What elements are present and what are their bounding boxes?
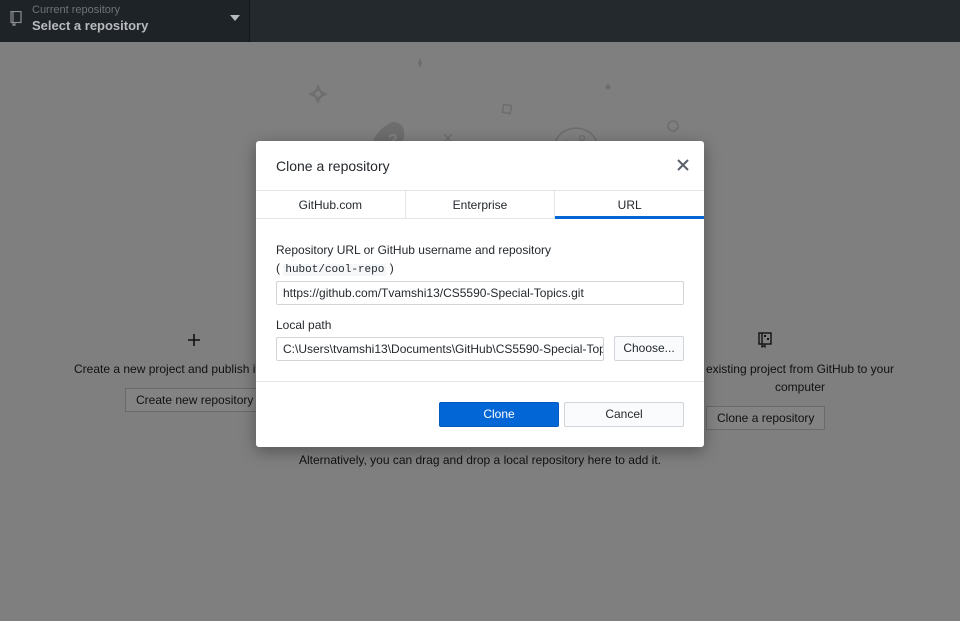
repo-icon bbox=[10, 11, 22, 26]
cancel-button[interactable]: Cancel bbox=[564, 402, 684, 427]
hint-example-code: hubot/cool-repo bbox=[283, 264, 387, 276]
clone-project-text-line1: existing project from GitHub to your bbox=[705, 362, 895, 376]
choose-path-button[interactable]: Choose... bbox=[614, 336, 684, 361]
repository-url-hint: ( hubot/cool-repo ) bbox=[276, 261, 394, 276]
repo-clone-icon bbox=[758, 332, 772, 348]
local-path-input[interactable]: C:\Users\tvamshi13\Documents\GitHub\CS55… bbox=[276, 337, 604, 361]
tab-github-com[interactable]: GitHub.com bbox=[256, 191, 406, 218]
clone-repository-dialog: Clone a repository GitHub.com Enterprise… bbox=[256, 141, 704, 447]
repository-url-input[interactable]: https://github.com/Tvamshi13/CS5590-Spec… bbox=[276, 281, 684, 305]
create-new-repository-button[interactable]: Create new repository bbox=[125, 388, 265, 412]
dialog-divider bbox=[256, 381, 704, 382]
current-repository-sublabel: Current repository bbox=[32, 4, 121, 16]
clone-project-text: existing project from GitHub to your com… bbox=[700, 360, 900, 396]
tab-enterprise[interactable]: Enterprise bbox=[406, 191, 556, 218]
close-icon[interactable] bbox=[676, 158, 690, 172]
drag-drop-hint: Alternatively, you can drag and drop a l… bbox=[299, 453, 661, 467]
local-path-label: Local path bbox=[276, 318, 332, 332]
current-repository-label: Select a repository bbox=[32, 18, 149, 33]
clone-source-tabs: GitHub.com Enterprise URL bbox=[256, 190, 704, 219]
plus-icon bbox=[188, 334, 200, 346]
dialog-title: Clone a repository bbox=[276, 158, 390, 174]
clone-project-text-line2: computer bbox=[774, 380, 826, 394]
chevron-down-icon bbox=[230, 15, 240, 21]
current-repository-picker[interactable]: Current repository Select a repository bbox=[0, 0, 250, 42]
create-project-text: Create a new project and publish it bbox=[74, 362, 259, 376]
app-toolbar: Current repository Select a repository bbox=[0, 0, 960, 42]
hint-close-paren: ) bbox=[389, 261, 394, 275]
tab-url[interactable]: URL bbox=[555, 191, 704, 219]
repository-url-label: Repository URL or GitHub username and re… bbox=[276, 243, 552, 257]
clone-button[interactable]: Clone bbox=[439, 402, 559, 427]
clone-a-repository-button[interactable]: Clone a repository bbox=[706, 406, 826, 430]
hint-open-paren: ( bbox=[276, 261, 280, 275]
